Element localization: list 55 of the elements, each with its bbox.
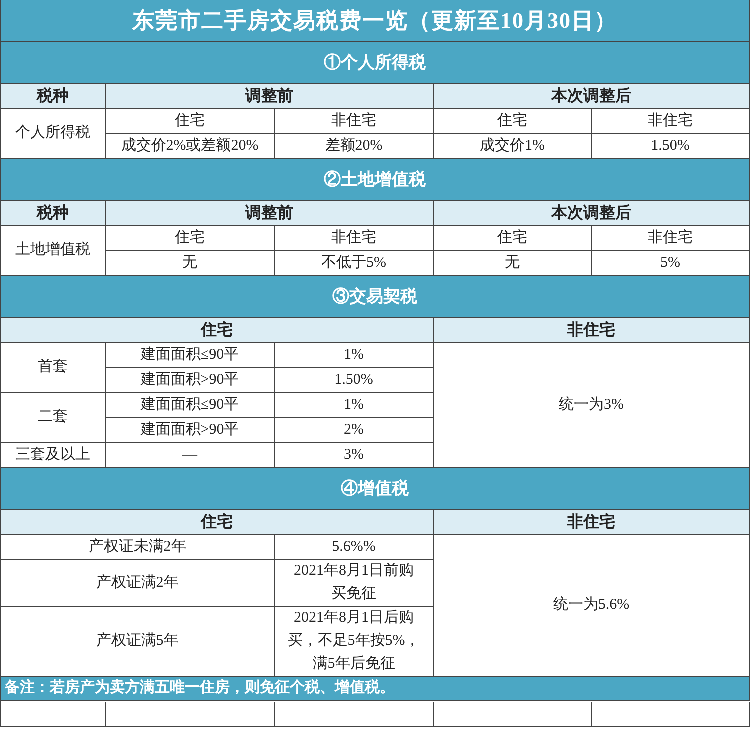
table-cell: 1%	[275, 393, 434, 418]
table-cell: 无	[106, 251, 275, 276]
table-cell: 1%	[275, 343, 434, 368]
table-cell: 住宅	[434, 109, 592, 134]
table-cell: 2%	[275, 418, 434, 443]
table-cell: 住宅	[106, 226, 275, 251]
table-cell: 个人所得税	[1, 109, 106, 159]
table-cell: 1.50%	[275, 368, 434, 393]
table-cell: 二套	[1, 393, 106, 443]
table-cell: 无	[434, 251, 592, 276]
table-cell: 3%	[275, 443, 434, 468]
table-cell: 统一为3%	[434, 343, 750, 468]
table-cell: 成交价1%	[434, 134, 592, 159]
table-cell: 2021年8月1日前购买免征	[275, 560, 434, 607]
table-cell: 产权证满2年	[1, 560, 275, 607]
table-cell: 建面面积≤90平	[106, 393, 275, 418]
column-header: 住宅	[1, 510, 434, 535]
table-cell: 非住宅	[592, 109, 750, 134]
column-header: 税种	[1, 84, 106, 109]
table-cell: —	[106, 443, 275, 468]
table-cell: 差额20%	[275, 134, 434, 159]
table-cell: 产权证未满2年	[1, 535, 275, 560]
column-header: 非住宅	[434, 318, 750, 343]
table-cell: 1.50%	[592, 134, 750, 159]
table-cell: 住宅	[106, 109, 275, 134]
section-heading: ②土地增值税	[1, 159, 750, 201]
column-header: 本次调整后	[434, 201, 750, 226]
column-header: 非住宅	[434, 510, 750, 535]
table-cell: 建面面积>90平	[106, 418, 275, 443]
table-cell: 产权证满5年	[1, 607, 275, 677]
table-title: 东莞市二手房交易税费一览（更新至10月30日）	[1, 0, 750, 42]
note-text: 备注：若房产为卖方满五唯一住房，则免征个税、增值税。	[1, 677, 750, 701]
table-cell: 统一为5.6%	[434, 535, 750, 677]
column-header: 本次调整后	[434, 84, 750, 109]
table-cell: 成交价2%或差额20%	[106, 134, 275, 159]
column-header: 调整前	[106, 201, 434, 226]
table-cell: 住宅	[434, 226, 592, 251]
table-cell: 建面面积>90平	[106, 368, 275, 393]
table-cell: 非住宅	[275, 226, 434, 251]
column-header: 调整前	[106, 84, 434, 109]
table-cell: 建面面积≤90平	[106, 343, 275, 368]
section-heading: ①个人所得税	[1, 42, 750, 84]
table-cell: 非住宅	[275, 109, 434, 134]
section-heading: ④增值税	[1, 468, 750, 510]
column-header: 住宅	[1, 318, 434, 343]
table-cell: 三套及以上	[1, 443, 106, 468]
table-cell: 5%	[592, 251, 750, 276]
table-cell: 不低于5%	[275, 251, 434, 276]
table-cell: 5.6%%	[275, 535, 434, 560]
section-heading: ③交易契税	[1, 276, 750, 318]
table-cell: 非住宅	[592, 226, 750, 251]
table-cell: 首套	[1, 343, 106, 393]
table-cell: 土地增值税	[1, 226, 106, 276]
column-header: 税种	[1, 201, 106, 226]
table-cell: 2021年8月1日后购买，不足5年按5%，满5年后免征	[275, 607, 434, 677]
